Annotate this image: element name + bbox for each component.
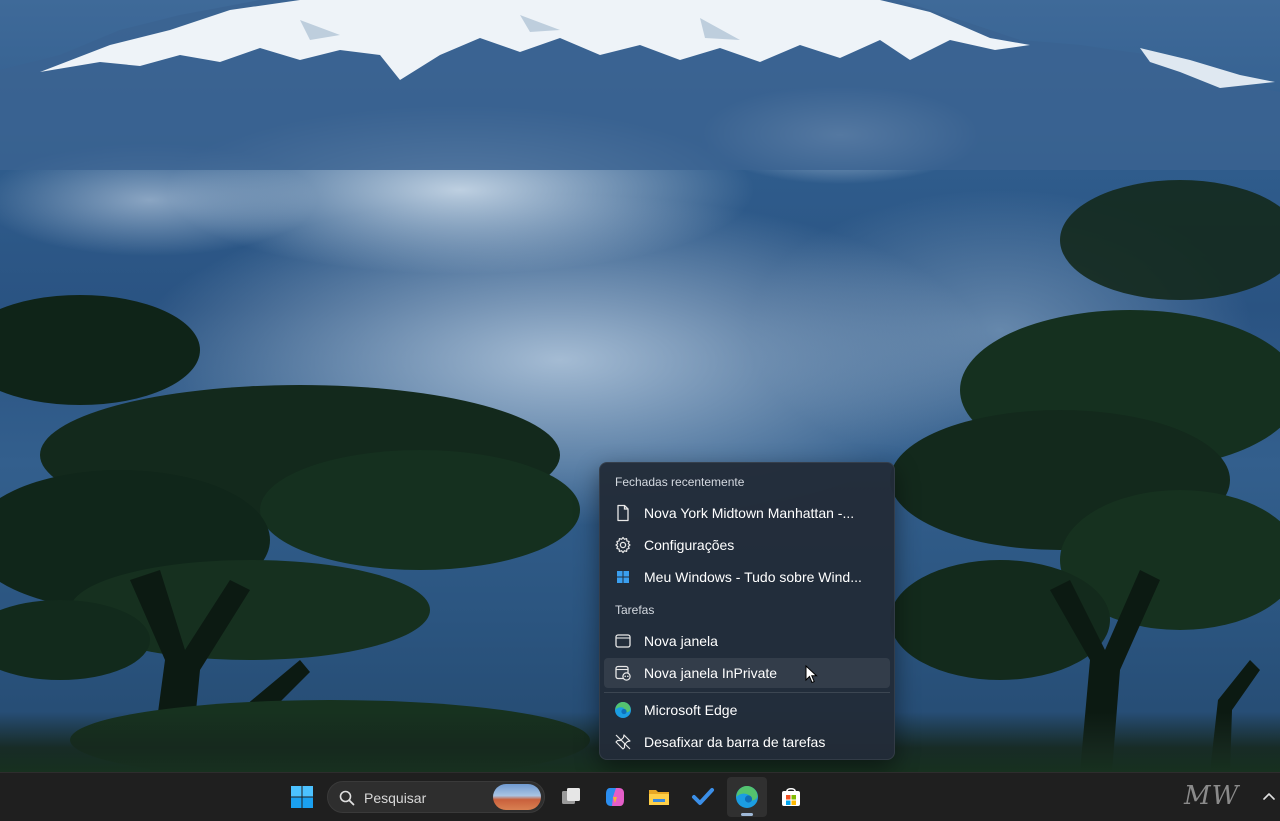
checkmark-icon (692, 788, 714, 805)
task-new-window[interactable]: Nova janela (604, 626, 890, 656)
recent-item-configuracoes[interactable]: Configurações (604, 530, 890, 560)
edge-jump-list: Fechadas recentemente Nova York Midtown … (599, 462, 895, 760)
app-name-label: Microsoft Edge (644, 702, 738, 718)
unpin-label: Desafixar da barra de tarefas (644, 734, 826, 750)
recent-item-nova-york[interactable]: Nova York Midtown Manhattan -... (604, 498, 890, 528)
unpin-from-taskbar[interactable]: Desafixar da barra de tarefas (604, 727, 890, 757)
folder-icon (649, 790, 669, 805)
copilot-button[interactable] (595, 777, 635, 817)
task-view-icon (562, 788, 580, 804)
document-icon (614, 504, 632, 522)
tasks-header: Tarefas (615, 603, 655, 617)
task-view-button[interactable] (551, 777, 591, 817)
task-new-inprivate-window[interactable]: Nova janela InPrivate (604, 658, 890, 688)
todo-button[interactable] (683, 777, 723, 817)
windows-logo-icon (614, 568, 632, 586)
show-hidden-icons-button[interactable] (1259, 787, 1279, 807)
taskbar: Pesquisar MW (0, 772, 1280, 821)
copilot-icon (606, 788, 624, 806)
edge-button[interactable] (727, 777, 767, 817)
search-box[interactable]: Pesquisar (327, 781, 545, 813)
acacia-tree-left (0, 295, 590, 772)
menu-divider (604, 692, 890, 693)
mouse-cursor-icon (805, 665, 818, 684)
unpin-icon (614, 733, 632, 751)
inprivate-window-icon (614, 664, 632, 682)
edge-icon (736, 785, 758, 808)
app-microsoft-edge[interactable]: Microsoft Edge (604, 695, 890, 725)
acacia-tree-right (890, 180, 1280, 772)
recently-closed-header: Fechadas recentemente (615, 475, 745, 489)
edge-icon (614, 701, 632, 719)
recent-item-label: Nova York Midtown Manhattan -... (644, 505, 855, 521)
microsoft-store-button[interactable] (771, 777, 811, 817)
window-icon (614, 632, 632, 650)
task-label: Nova janela InPrivate (644, 665, 778, 681)
search-icon (339, 790, 355, 806)
search-placeholder: Pesquisar (364, 790, 427, 806)
recent-item-label: Meu Windows - Tudo sobre Wind... (644, 569, 862, 585)
store-bag-icon (782, 787, 800, 806)
recent-item-meu-windows[interactable]: Meu Windows - Tudo sobre Wind... (604, 562, 890, 592)
watermark-logo: MW (1184, 781, 1240, 811)
gear-icon (614, 536, 632, 554)
chevron-up-icon (1263, 793, 1275, 800)
search-highlight-image[interactable] (493, 784, 541, 810)
file-explorer-button[interactable] (639, 777, 679, 817)
start-button[interactable] (282, 777, 322, 817)
recent-item-label: Configurações (644, 537, 735, 553)
windows-start-icon (291, 786, 313, 808)
task-label: Nova janela (644, 633, 718, 649)
